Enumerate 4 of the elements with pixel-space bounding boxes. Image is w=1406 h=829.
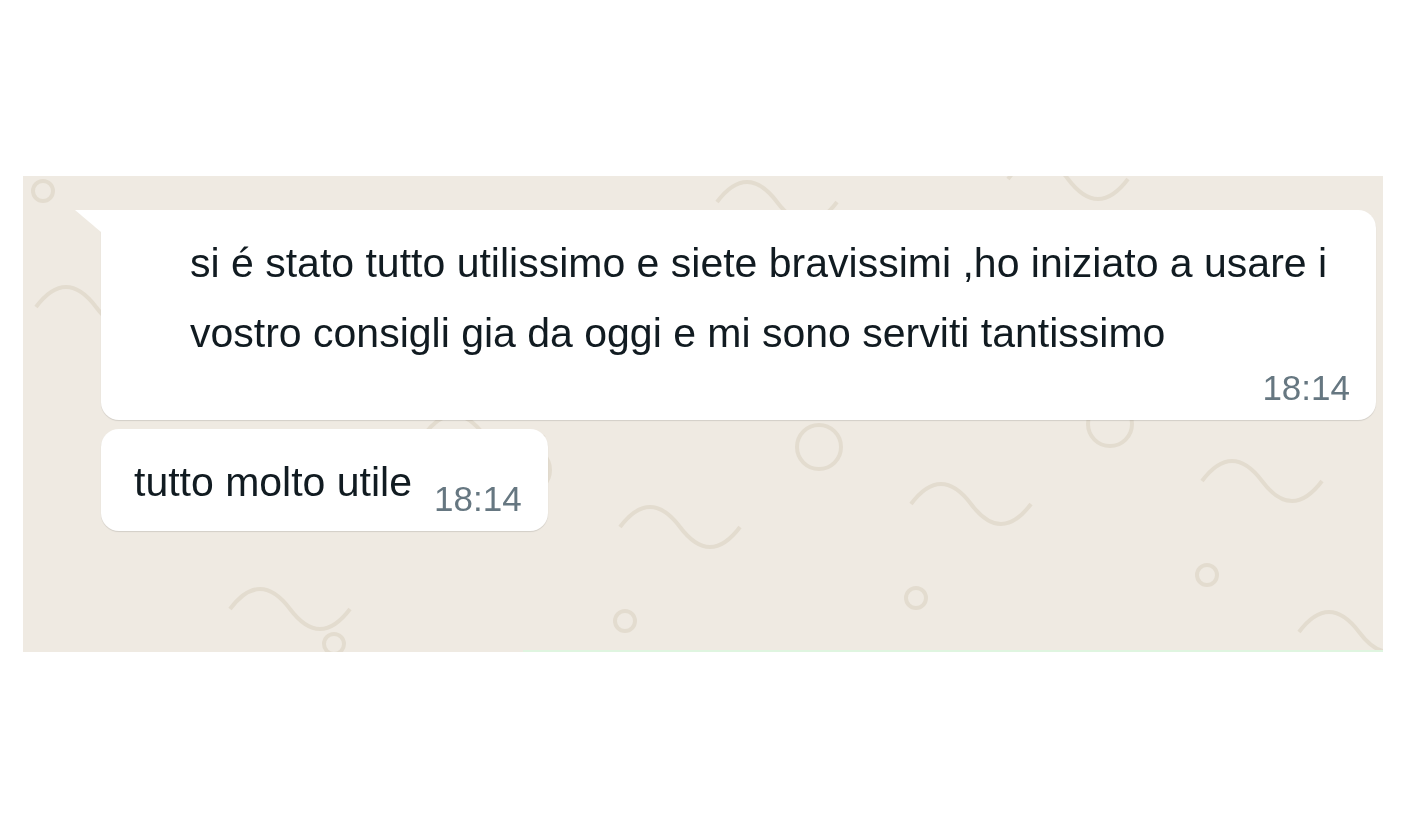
message-time: 18:14 <box>1262 368 1350 408</box>
message-text: si é stato tutto utilissimo e siete bravissimi ,ho iniziato a usare i vostro consigli gia da oggi e mi sono serviti tantissimo <box>190 239 1329 358</box>
message-time: 18:14 <box>434 479 522 519</box>
message-text: tutto molto utile <box>134 458 413 507</box>
